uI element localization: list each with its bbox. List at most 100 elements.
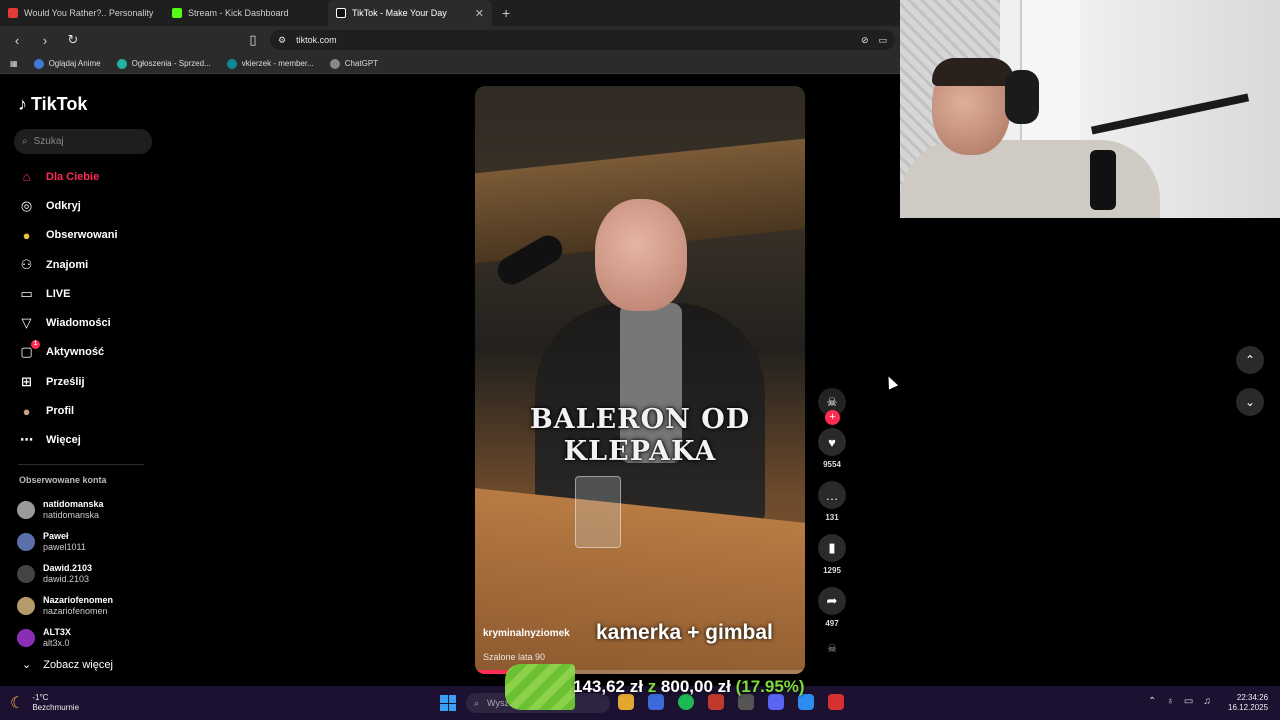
upload-icon: ⊞ xyxy=(21,373,32,389)
follow-plus-icon[interactable]: + xyxy=(825,410,840,425)
mute-icon[interactable]: ⊘ xyxy=(861,35,869,46)
comment-count: 131 xyxy=(825,513,839,522)
video-progress-fill xyxy=(475,670,508,674)
notification-badge: 1 xyxy=(31,339,40,349)
headset-image xyxy=(1005,70,1039,124)
see-more-button[interactable]: ⌄ Zobacz więcej xyxy=(22,658,113,672)
video-player[interactable]: BALERON OD KLEPAKA kryminalnyziomek Szal… xyxy=(475,86,805,674)
browser-toolbar: ‹ › ↻ ▯ ⚙ tiktok.com ⊘ ▭ xyxy=(0,26,900,54)
sidebar-item-profile[interactable]: ● Profil xyxy=(18,396,148,425)
messages-icon: ▽ xyxy=(21,315,32,331)
share-action[interactable]: ➦ 497 xyxy=(818,587,846,628)
sidebar-item-messages[interactable]: ▽ Wiadomości xyxy=(18,308,148,337)
followed-accounts-list: natidomanska natidomanska Paweł pawel1011 … xyxy=(17,494,113,654)
chevron-down-icon: ⌄ xyxy=(22,659,32,671)
heart-icon[interactable]: ♥ xyxy=(818,428,846,456)
anime-icon xyxy=(33,58,44,69)
avatar xyxy=(17,629,35,647)
glass-image xyxy=(575,476,621,548)
account-item[interactable]: Paweł pawel1011 xyxy=(17,526,113,558)
apps-icon[interactable]: ▦ xyxy=(10,59,18,68)
account-item[interactable]: natidomanska natidomanska xyxy=(17,494,113,526)
video-author[interactable]: kryminalnyziomek xyxy=(483,628,570,639)
url-text: tiktok.com xyxy=(296,35,337,45)
bookmark-item[interactable]: vkierzek - member... xyxy=(226,58,314,69)
bookmark-icon[interactable]: ▯ xyxy=(244,31,262,49)
tab-title: Would You Rather?.. Personality Qui xyxy=(24,8,156,18)
bookmark-item[interactable]: Ogłoszenia - Sprzed... xyxy=(116,58,211,69)
previous-video-button[interactable]: ⌃ xyxy=(1236,346,1264,374)
compass-icon: ◎ xyxy=(20,197,33,213)
browser-tab[interactable]: Stream - Kick Dashboard xyxy=(164,0,328,26)
followed-accounts-heading: Obserwowane konta xyxy=(19,475,107,485)
sidebar-item-friends[interactable]: ⚇ Znajomi xyxy=(18,250,148,279)
app-icon[interactable] xyxy=(828,694,844,710)
account-item[interactable]: Dawid.2103 dawid.2103 xyxy=(17,558,113,590)
bookmark-item[interactable]: Oglądaj Anime xyxy=(33,58,101,69)
tiktok-note-icon: ♪ xyxy=(18,94,27,114)
bookmarks-bar: ▦ Oglądaj Anime Ogłoszenia - Sprzed... v… xyxy=(0,54,900,74)
address-bar[interactable]: ⚙ tiktok.com ⊘ ▭ xyxy=(270,30,895,50)
save-count: 1295 xyxy=(823,566,841,575)
avatar xyxy=(17,565,35,583)
youtube-icon xyxy=(8,8,18,18)
forward-icon[interactable]: › xyxy=(36,31,54,49)
microphone-image xyxy=(1090,150,1116,210)
browser-tab[interactable]: Would You Rather?.. Personality Qui xyxy=(0,0,164,26)
sidebar-nav: ⌂ Dla Ciebie ◎ Odkryj ● Obserwowani ⚇ Znajom… xyxy=(18,162,148,455)
microphone-icon[interactable]: ♁ xyxy=(1166,696,1174,707)
taskbar-clock[interactable]: 22:34:26 16.12.2025 xyxy=(1228,693,1268,713)
chevron-down-icon: ⌄ xyxy=(1244,395,1256,409)
sidebar-item-activity[interactable]: ▢ 1 Aktywność xyxy=(18,338,148,367)
next-video-button[interactable]: ⌄ xyxy=(1236,388,1264,416)
olx-icon xyxy=(116,58,127,69)
sound-disc-icon[interactable]: ☠ xyxy=(818,638,846,658)
chevron-up-icon: ⌃ xyxy=(1244,353,1256,367)
video-description: Szalone lata 90 xyxy=(483,652,546,662)
close-icon[interactable]: ✕ xyxy=(475,7,484,20)
network-icon[interactable]: ▭ xyxy=(1184,696,1193,707)
reload-icon[interactable]: ↻ xyxy=(64,31,82,49)
donation-goal-overlay: 143,62 zł z 800,00 zł (17.95%) xyxy=(505,664,805,710)
home-icon: ⌂ xyxy=(22,169,31,185)
start-button[interactable] xyxy=(440,695,456,711)
back-icon[interactable]: ‹ xyxy=(8,31,26,49)
sidebar-item-following[interactable]: ● Obserwowani xyxy=(18,221,148,250)
comment-icon[interactable]: … xyxy=(818,481,846,509)
video-caption: BALERON OD KLEPAKA xyxy=(529,404,751,467)
friends-icon: ⚇ xyxy=(20,256,33,272)
avatar xyxy=(17,597,35,615)
account-item[interactable]: Nazariofenomen nazariofenomen xyxy=(17,590,113,622)
volume-icon[interactable]: ♫ xyxy=(1203,696,1211,707)
sidebar-item-explore[interactable]: ◎ Odkryj xyxy=(18,191,148,220)
video-actions: ☠ + ♥ 9554 … 131 ▮ 1295 ➦ 497 ☠ xyxy=(818,388,846,658)
avatar xyxy=(17,533,35,551)
bookmark-icon[interactable]: ▮ xyxy=(818,534,846,562)
bookmark-item[interactable]: ChatGPT xyxy=(329,58,378,69)
save-action[interactable]: ▮ 1295 xyxy=(818,534,846,575)
donation-progress-icon xyxy=(505,664,575,710)
sidebar-item-upload[interactable]: ⊞ Prześlij xyxy=(18,367,148,396)
mouse-cursor xyxy=(883,374,899,390)
tab-title: TikTok - Make Your Day xyxy=(352,8,447,18)
site-info-icon[interactable]: ⚙ xyxy=(278,35,286,46)
account-item[interactable]: ALT3X alt3x.0 xyxy=(17,622,113,654)
chevron-up-icon[interactable]: ⌃ xyxy=(1148,696,1156,707)
search-input[interactable]: ⌕ Szukaj xyxy=(14,129,152,154)
like-action[interactable]: ♥ 9554 xyxy=(818,428,846,469)
like-count: 9554 xyxy=(823,460,841,469)
share-icon[interactable]: ➦ xyxy=(818,587,846,615)
browser-tab-active[interactable]: TikTok - Make Your Day ✕ xyxy=(328,0,492,26)
following-icon: ● xyxy=(22,227,31,243)
weather-widget[interactable]: ☾ -1°C Bezchmurnie xyxy=(10,693,79,713)
cast-icon[interactable]: ▭ xyxy=(878,35,887,46)
creator-avatar[interactable]: ☠ + xyxy=(818,388,846,425)
tiktok-logo[interactable]: ♪ TikTok xyxy=(18,94,87,115)
new-tab-button[interactable]: + xyxy=(492,0,520,26)
more-icon: ⋯ xyxy=(20,432,33,448)
sidebar-item-live[interactable]: ▭ LIVE xyxy=(18,279,148,308)
comment-action[interactable]: … 131 xyxy=(818,481,846,522)
donation-text: 143,62 zł z 800,00 zł (17.95%) xyxy=(573,677,805,696)
sidebar-item-for-you[interactable]: ⌂ Dla Ciebie xyxy=(18,162,148,191)
sidebar-item-more[interactable]: ⋯ Więcej xyxy=(18,426,148,455)
